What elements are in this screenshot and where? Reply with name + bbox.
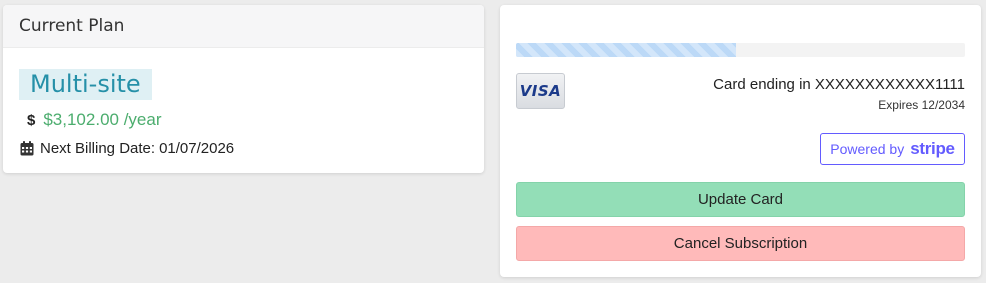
progress-bar <box>516 43 965 57</box>
billing-date-value: 01/07/2026 <box>159 140 235 157</box>
billing-date-label: Next Billing Date: <box>40 140 156 157</box>
dollar-icon: $ <box>27 111 36 129</box>
plan-card-header: Current Plan <box>3 5 484 48</box>
visa-logo: VISA <box>516 73 565 109</box>
cancel-subscription-button[interactable]: Cancel Subscription <box>516 226 965 261</box>
current-plan-card: Current Plan Multi-site $ $3,102.00 /yea… <box>3 5 484 173</box>
stripe-logo: stripe <box>910 139 955 158</box>
price-row: $ $3,102.00 /year <box>27 110 162 130</box>
powered-by-stripe-badge[interactable]: Powered by stripe <box>820 133 965 165</box>
plan-name-badge: Multi-site <box>19 69 152 100</box>
payment-card: VISA Card ending in XXXXXXXXXXXX1111 Exp… <box>500 5 981 277</box>
update-card-button[interactable]: Update Card <box>516 182 965 217</box>
powered-by-label: Powered by <box>830 141 905 157</box>
plan-price: $3,102.00 /year <box>43 110 162 129</box>
billing-row: Next Billing Date: 01/07/2026 <box>20 140 234 157</box>
card-info: Card ending in XXXXXXXXXXXX1111 Expires … <box>713 76 965 112</box>
card-expiry-text: Expires 12/2034 <box>878 98 965 112</box>
progress-bar-fill <box>516 43 736 57</box>
calendar-icon <box>20 141 34 156</box>
card-ending-text: Card ending in XXXXXXXXXXXX1111 <box>713 76 965 93</box>
